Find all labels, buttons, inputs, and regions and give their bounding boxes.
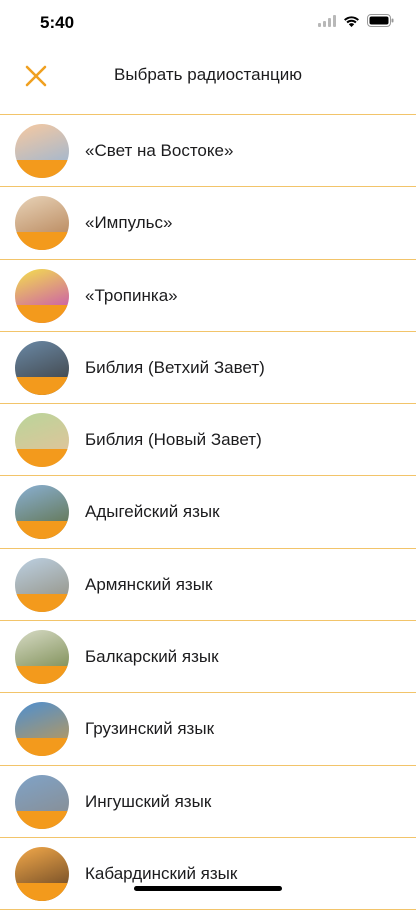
home-indicator [134, 886, 282, 891]
station-avatar [15, 340, 69, 395]
station-list: «Свет на Востоке» «Импульс» «Тропинка» Библ… [0, 115, 416, 910]
station-avatar [15, 413, 69, 468]
station-label: Армянский язык [85, 574, 213, 594]
station-row-svet-na-vostoke[interactable]: «Свет на Востоке» [0, 115, 416, 188]
station-logo-band [15, 449, 69, 468]
station-row-kabardinskiy-yazyk[interactable]: Кабардинский язык [0, 838, 416, 910]
station-label: «Импульс» [85, 213, 173, 233]
station-label: «Свет на Востоке» [85, 141, 234, 160]
station-label: Балкарский язык [85, 647, 219, 667]
station-label: Адыгейский язык [85, 502, 220, 522]
status-bar: 5:40 [0, 0, 416, 44]
station-label: Ингушский язык [85, 791, 212, 811]
station-logo-band [15, 376, 69, 395]
station-logo-band [15, 521, 69, 540]
status-icons [318, 14, 394, 27]
page-title: Выбрать радиостанцию [114, 65, 302, 84]
station-logo-band [15, 232, 69, 251]
station-row-balkarskiy-yazyk[interactable]: Балкарский язык [0, 621, 416, 694]
station-row-bibliya-novyy-zavet[interactable]: Библия (Новый Завет) [0, 404, 416, 477]
station-row-bibliya-vethiy-zavet[interactable]: Библия (Ветхий Завет) [0, 332, 416, 405]
station-label: Библия (Новый Завет) [85, 430, 262, 450]
signal-icon [318, 14, 336, 27]
station-label: «Тропинка» [85, 285, 178, 305]
station-row-impuls[interactable]: «Импульс» [0, 187, 416, 260]
station-label: Библия (Ветхий Завет) [85, 357, 265, 377]
nav-bar: Выбрать радиостанцию [0, 44, 416, 114]
station-avatar [15, 268, 69, 323]
status-time: 5:40 [40, 13, 75, 32]
battery-icon [367, 14, 394, 27]
station-logo-band [15, 738, 69, 757]
wifi-icon [344, 15, 359, 27]
station-label: Грузинский язык [85, 719, 215, 739]
station-row-armyanskiy-yazyk[interactable]: Армянский язык [0, 549, 416, 622]
station-row-adygeyskiy-yazyk[interactable]: Адыгейский язык [0, 476, 416, 549]
station-logo-band [15, 593, 69, 612]
station-avatar [15, 846, 69, 901]
station-row-ingushskiy-yazyk[interactable]: Ингушский язык [0, 766, 416, 838]
station-row-tropinka[interactable]: «Тропинка» [0, 260, 416, 332]
station-avatar [15, 196, 69, 251]
station-logo-band [15, 810, 69, 829]
station-logo-band [15, 666, 69, 685]
station-avatar [15, 702, 69, 757]
station-avatar [15, 557, 69, 612]
station-avatar [15, 774, 69, 829]
station-logo-band [15, 882, 69, 901]
station-logo-band [15, 160, 69, 178]
station-avatar [15, 630, 69, 685]
station-label: Кабардинский язык [85, 863, 238, 883]
station-logo-band [15, 304, 69, 323]
station-avatar [15, 124, 69, 178]
station-avatar [15, 485, 69, 540]
station-row-gruzinskiy-yazyk[interactable]: Грузинский язык [0, 693, 416, 766]
